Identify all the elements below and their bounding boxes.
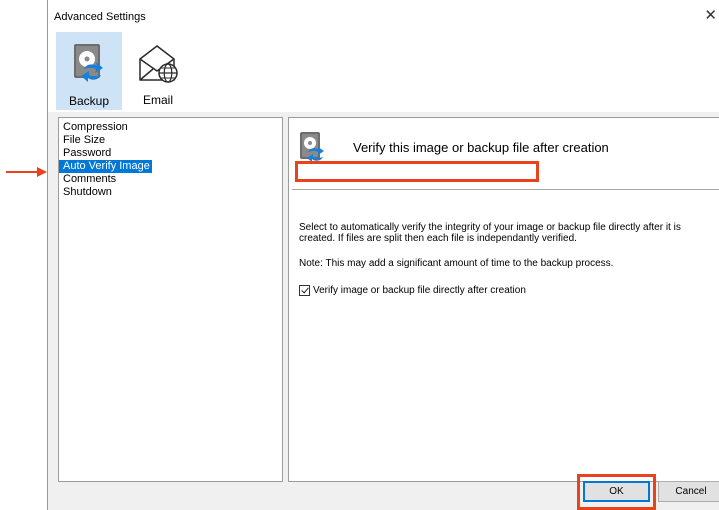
list-item-compression[interactable]: Compression <box>59 121 282 134</box>
advanced-settings-dialog: Advanced Settings ✕ Backup Email Compres… <box>47 0 719 510</box>
toolbar-backup-label: Backup <box>68 94 110 108</box>
close-icon[interactable]: ✕ <box>704 8 717 23</box>
title-bar: Advanced Settings ✕ <box>48 0 719 33</box>
settings-list: Compression File Size Password Auto Veri… <box>58 117 283 482</box>
annotation-arrow-icon <box>6 167 47 177</box>
list-item-auto-verify-image[interactable]: Auto Verify Image <box>59 160 152 173</box>
category-toolbar: Backup Email <box>48 32 719 112</box>
verify-checkbox-label[interactable]: Verify image or backup file directly aft… <box>313 285 526 296</box>
panel-description: Select to automatically verify the integ… <box>299 222 681 244</box>
panel-heading: Verify this image or backup file after c… <box>353 140 609 155</box>
list-item-comments[interactable]: Comments <box>59 173 282 186</box>
list-item-shutdown[interactable]: Shutdown <box>59 186 282 199</box>
panel-note: Note: This may add a significant amount … <box>299 258 614 269</box>
verify-checkbox[interactable] <box>299 285 310 296</box>
list-item-password[interactable]: Password <box>59 147 282 160</box>
toolbar-email[interactable]: Email <box>125 32 191 110</box>
verify-checkbox-row[interactable]: Verify image or backup file directly aft… <box>299 284 526 297</box>
email-globe-icon <box>137 42 179 87</box>
checkbox-highlight-box <box>295 161 539 182</box>
window-title: Advanced Settings <box>54 11 146 23</box>
list-item-file-size[interactable]: File Size <box>59 134 282 147</box>
heading-divider <box>292 189 719 190</box>
toolbar-email-label: Email <box>142 93 173 107</box>
toolbar-backup[interactable]: Backup <box>56 32 122 110</box>
disk-backup-icon <box>71 43 107 88</box>
cancel-button[interactable]: Cancel <box>658 481 719 502</box>
checkmark-icon <box>301 285 309 294</box>
ok-button[interactable]: OK <box>583 481 650 502</box>
